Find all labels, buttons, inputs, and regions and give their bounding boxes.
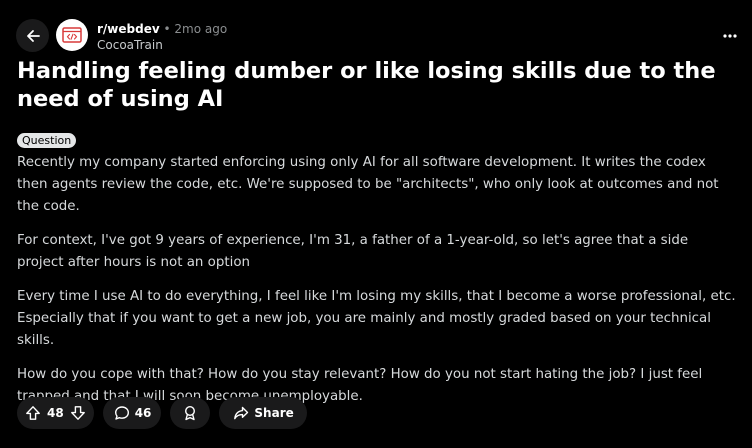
speech-bubble-icon: [114, 406, 129, 420]
share-arrow-icon: [234, 406, 249, 420]
comment-count: 46: [134, 406, 152, 420]
vote-count: 48: [47, 406, 64, 420]
downvote-button[interactable]: [70, 405, 86, 421]
post-time: 2mo ago: [174, 22, 228, 36]
subreddit-link[interactable]: r/webdev: [97, 22, 160, 36]
award-ribbon-icon: [185, 405, 196, 421]
post-title: Handling feeling dumber or like losing s…: [17, 58, 716, 112]
post-flair[interactable]: Question: [17, 133, 77, 148]
meta-separator: •: [163, 22, 171, 36]
share-label: Share: [254, 406, 294, 420]
share-button[interactable]: Share: [219, 397, 307, 429]
more-options-button[interactable]: [720, 26, 740, 46]
back-button[interactable]: [16, 19, 49, 52]
subreddit-avatar[interactable]: [56, 19, 88, 51]
action-bar: 48 46 Share: [17, 397, 307, 429]
arrow-left-icon: [26, 29, 40, 42]
body-paragraph: For context, I've got 9 years of experie…: [17, 233, 689, 270]
award-button[interactable]: [170, 397, 211, 429]
post-body: Recently my company started enforcing us…: [17, 152, 737, 420]
arrow-up-icon: [26, 406, 40, 420]
body-paragraph: Every time I use AI to do everything, I …: [17, 289, 736, 348]
upvote-button[interactable]: [25, 405, 41, 421]
body-paragraph: Recently my company started enforcing us…: [17, 155, 719, 214]
comments-button[interactable]: 46: [102, 397, 162, 429]
author-link[interactable]: CocoaTrain: [97, 37, 227, 53]
ellipsis-icon: [723, 34, 737, 38]
meta-row: r/webdev • 2mo ago: [97, 21, 227, 37]
post-meta: r/webdev • 2mo ago CocoaTrain: [97, 21, 227, 53]
code-window-icon: [62, 27, 82, 43]
post-page: r/webdev • 2mo ago CocoaTrain Handling f…: [0, 0, 752, 448]
vote-control: 48: [17, 397, 94, 429]
arrow-down-icon: [70, 406, 85, 420]
